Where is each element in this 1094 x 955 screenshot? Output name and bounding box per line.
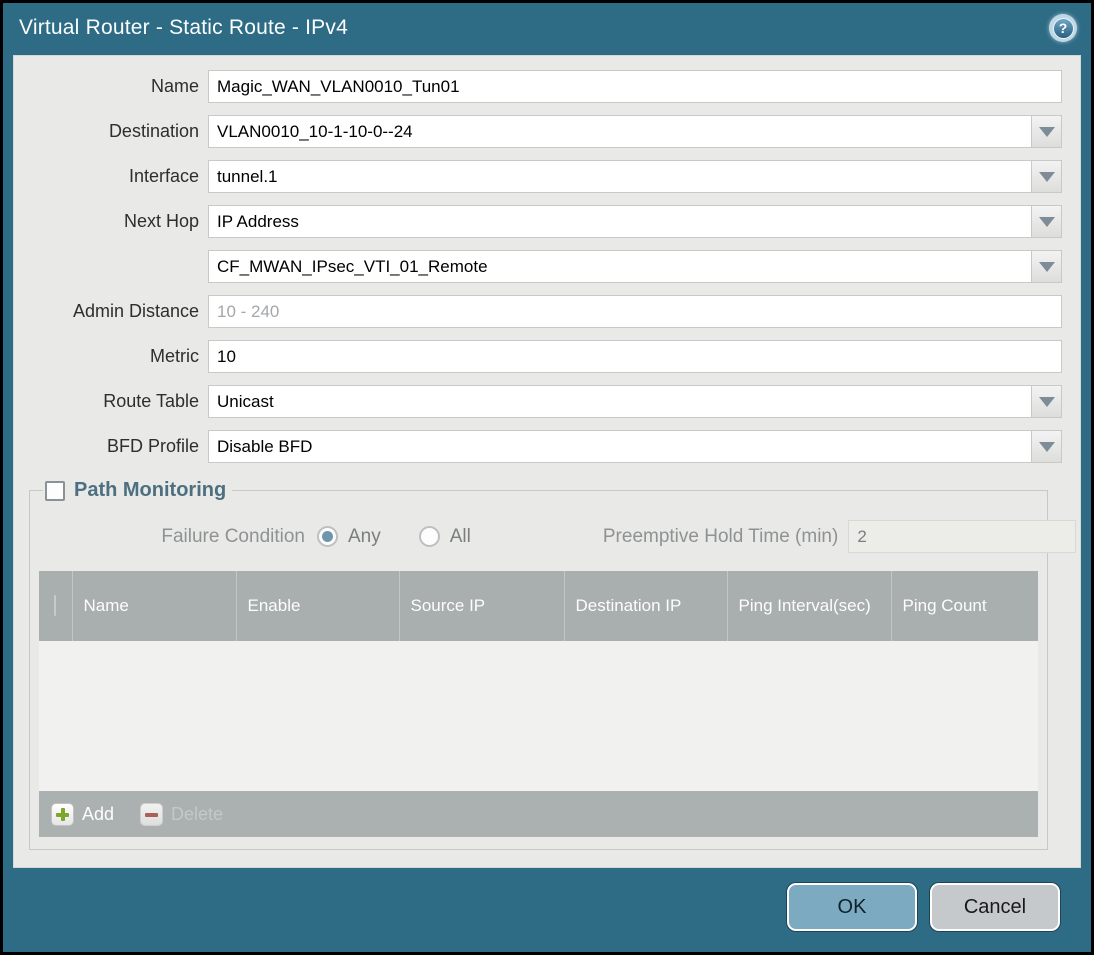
name-label: Name	[150, 76, 199, 96]
interface-input[interactable]	[208, 160, 1031, 193]
metric-input[interactable]	[208, 340, 1062, 373]
path-monitoring-section: Path Monitoring Failure Condition Any Al…	[29, 479, 1077, 850]
destination-label: Destination	[108, 121, 199, 141]
select-all-cell	[39, 571, 73, 641]
bfd-profile-dropdown-button[interactable]	[1031, 430, 1062, 463]
chevron-down-icon	[1038, 261, 1055, 272]
radio-any[interactable]	[317, 526, 338, 547]
path-monitoring-title: Path Monitoring	[74, 479, 227, 501]
next-hop-address-row	[14, 250, 1062, 283]
interface-label: Interface	[128, 166, 199, 186]
next-hop-type-input[interactable]	[208, 205, 1031, 238]
chevron-down-icon	[1038, 171, 1055, 182]
name-input[interactable]	[208, 70, 1062, 103]
help-icon[interactable]: ?	[1049, 14, 1077, 42]
destination-row: Destination	[14, 115, 1062, 148]
metric-row: Metric	[14, 340, 1062, 373]
failure-condition-label: Failure Condition	[161, 525, 305, 547]
route-table-row: Route Table	[14, 385, 1062, 418]
delete-button-label: Delete	[171, 803, 224, 824]
add-button[interactable]: Add	[51, 802, 115, 826]
interface-dropdown-button[interactable]	[1031, 160, 1062, 193]
add-button-label: Add	[82, 803, 115, 824]
failure-condition-row: Failure Condition Any All Preemptive Hol…	[39, 520, 1077, 553]
column-header-ping-count: Ping Count	[891, 571, 1038, 641]
destination-dropdown-button[interactable]	[1031, 115, 1062, 148]
interface-row: Interface	[14, 160, 1062, 193]
radio-all-label: All	[449, 525, 471, 547]
radio-all[interactable]	[418, 526, 440, 547]
delete-button[interactable]: Delete	[140, 802, 224, 826]
static-route-dialog: Virtual Router - Static Route - IPv4 ? N…	[0, 0, 1094, 955]
chevron-down-icon	[1038, 126, 1055, 137]
metric-label: Metric	[150, 346, 199, 366]
column-header-name: Name	[72, 571, 237, 641]
destination-input[interactable]	[208, 115, 1031, 148]
path-monitoring-checkbox[interactable]	[45, 480, 65, 501]
admin-distance-input[interactable]	[208, 295, 1062, 328]
column-header-enable: Enable	[236, 571, 400, 641]
empty-table-body	[39, 641, 1038, 791]
table-header-row: Name Enable Source IP Destination IP Pin…	[39, 571, 1038, 641]
chevron-down-icon	[1038, 216, 1055, 227]
preemptive-hold-time-input[interactable]	[848, 520, 1077, 553]
cancel-button[interactable]: Cancel	[930, 883, 1060, 931]
question-mark-glyph: ?	[1052, 17, 1074, 39]
minus-icon	[140, 802, 164, 826]
route-table-input[interactable]	[208, 385, 1031, 418]
route-table-dropdown-button[interactable]	[1031, 385, 1062, 418]
plus-icon	[51, 802, 74, 826]
next-hop-dropdown-button[interactable]	[1031, 205, 1062, 238]
bfd-profile-row: BFD Profile	[14, 430, 1062, 463]
bfd-profile-input[interactable]	[208, 430, 1031, 463]
preemptive-hold-time-label: Preemptive Hold Time (min)	[602, 525, 839, 547]
bfd-profile-label: BFD Profile	[106, 436, 199, 456]
chevron-down-icon	[1038, 396, 1055, 407]
ok-button[interactable]: OK	[787, 883, 917, 931]
path-monitoring-table: Name Enable Source IP Destination IP Pin…	[39, 571, 1038, 791]
column-header-source-ip: Source IP	[399, 571, 565, 641]
dialog-content: Name Destination Interface	[13, 55, 1081, 868]
column-header-ping-interval: Ping Interval(sec)	[727, 571, 892, 641]
radio-any-label: Any	[348, 525, 381, 547]
column-header-destination-ip: Destination IP	[564, 571, 728, 641]
next-hop-row: Next Hop	[14, 205, 1062, 238]
table-toolbar: Add Delete	[39, 791, 1038, 837]
next-hop-address-dropdown-button[interactable]	[1031, 250, 1062, 283]
chevron-down-icon	[1038, 441, 1055, 452]
failure-condition-options: Any All	[317, 526, 499, 548]
name-row: Name	[14, 70, 1062, 103]
admin-distance-label: Admin Distance	[72, 301, 199, 321]
next-hop-label: Next Hop	[123, 211, 199, 231]
next-hop-address-input[interactable]	[208, 250, 1031, 283]
admin-distance-row: Admin Distance	[14, 295, 1062, 328]
route-table-label: Route Table	[103, 391, 199, 411]
empty-rows-area	[39, 641, 1038, 791]
dialog-title: Virtual Router - Static Route - IPv4	[19, 16, 348, 39]
path-monitoring-legend: Path Monitoring	[43, 479, 232, 502]
dialog-footer: OK Cancel	[3, 870, 1091, 952]
dialog-titlebar: Virtual Router - Static Route - IPv4 ?	[3, 3, 1091, 53]
select-all-checkbox[interactable]	[54, 595, 57, 616]
